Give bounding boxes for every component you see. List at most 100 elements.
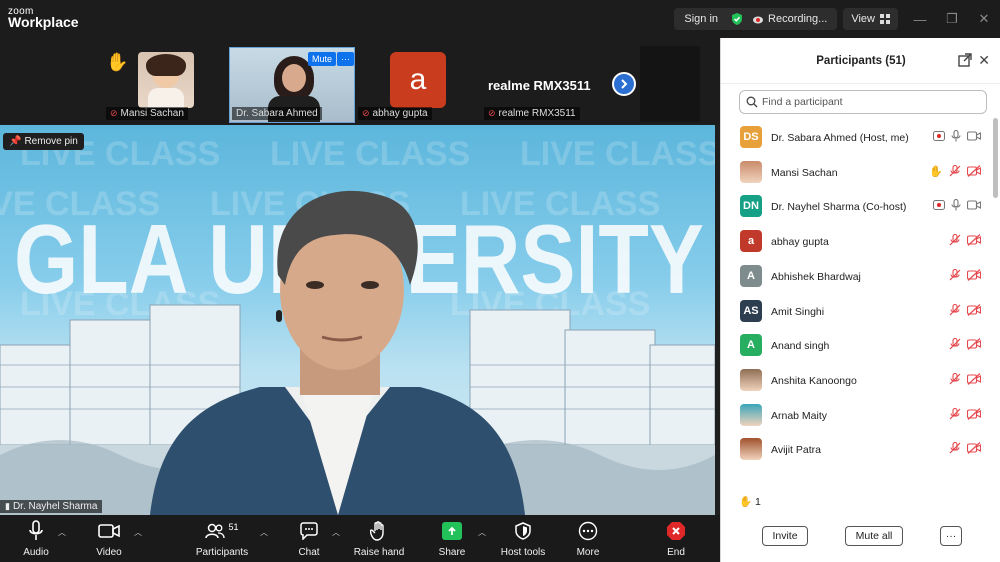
camera-off-icon[interactable] [967, 338, 981, 351]
remove-pin-button[interactable]: 📌 Remove pin [3, 133, 84, 150]
video-gallery-strip: ✋ ⊘ Mansi Sachan Mute ··· Dr. Sabara Ahme… [0, 38, 720, 124]
participant-name: Dr. Nayhel Sharma (Co-host) [771, 201, 907, 214]
participant-row[interactable]: Arnab Maity [721, 399, 991, 433]
participants-options-chevron-icon[interactable]: ︿ [260, 527, 268, 538]
video-tile-mansi[interactable]: ⊘ Mansi Sachan [104, 46, 224, 122]
share-label: Share [438, 547, 466, 558]
mic-off-icon[interactable] [949, 372, 961, 385]
close-window-icon[interactable]: ✕ [968, 11, 1000, 27]
minimize-icon[interactable]: — [904, 12, 936, 27]
avatar: a [740, 230, 762, 253]
mic-on-icon[interactable] [951, 130, 961, 142]
audio-button[interactable]: Audio [1, 519, 71, 558]
video-tile-sabara[interactable]: Mute ··· Dr. Sabara Ahmed [229, 47, 355, 123]
avatar [740, 368, 762, 391]
remove-pin-label: Remove pin [24, 136, 78, 147]
invite-button[interactable]: Invite [762, 526, 808, 546]
scrollbar-thumb[interactable] [993, 118, 998, 198]
tile-name-label: Dr. Sabara Ahmed [236, 108, 318, 119]
video-options-chevron-icon[interactable]: ︿ [134, 527, 142, 538]
logo-bottom: Workplace [8, 14, 79, 30]
raise-hand-button[interactable]: Raise hand [344, 519, 414, 558]
participant-row[interactable]: DN Dr. Nayhel Sharma (Co-host) [721, 190, 991, 224]
view-button[interactable]: View [843, 8, 898, 30]
participant-list: DS Dr. Sabara Ahmed (Host, me) Mansi Sacha… [721, 121, 991, 481]
camera-on-icon[interactable] [967, 200, 981, 210]
avatar: DN [740, 195, 762, 218]
video-tile-abhay[interactable]: a ⊘ abhay gupta [356, 46, 476, 122]
popout-icon[interactable] [958, 53, 972, 67]
participant-row[interactable]: A Anand singh [721, 329, 991, 363]
mute-all-button[interactable]: Mute all [845, 526, 903, 546]
camera-off-icon[interactable] [967, 372, 981, 385]
avatar [740, 160, 762, 183]
participant-row[interactable]: Anshita Kanoongo [721, 364, 991, 398]
camera-off-icon[interactable] [967, 442, 981, 455]
participant-status-icons [949, 372, 981, 385]
avatar: a [390, 52, 446, 108]
camera-off-icon[interactable] [967, 407, 981, 420]
participant-row[interactable]: a abhay gupta [721, 225, 991, 259]
tile-name: ⊘ Mansi Sachan [106, 107, 188, 120]
raised-hand-icon: ✋ [929, 165, 943, 178]
participant-row[interactable]: A Abhishek Bhardwaj [721, 260, 991, 294]
mic-off-icon[interactable] [949, 234, 961, 246]
raised-hand-icon: ✋ [739, 496, 753, 508]
mic-off-icon[interactable] [949, 165, 961, 177]
mic-off-icon[interactable] [949, 442, 961, 454]
participant-row[interactable]: Avijit Patra [721, 433, 991, 467]
svg-text:LIVE CLASS: LIVE CLASS [520, 135, 715, 173]
chat-button[interactable]: Chat [274, 519, 344, 558]
title-bar-controls: Sign in Recording... View — ❐ ✕ [674, 8, 1000, 30]
sign-in-button[interactable]: Sign in Recording... [674, 8, 838, 30]
camera-off-icon[interactable] [967, 165, 981, 178]
recording-label[interactable]: Recording... [768, 13, 827, 25]
panel-more-button[interactable]: ··· [940, 526, 962, 546]
participant-status-icons [949, 234, 981, 247]
mute-overlay-button[interactable]: Mute [308, 52, 337, 66]
shield-check-icon [732, 13, 743, 25]
mic-off-icon[interactable] [949, 338, 961, 350]
participant-status-icons [949, 338, 981, 351]
avatar [740, 438, 762, 461]
next-page-button[interactable] [612, 72, 636, 96]
tile-more-button[interactable]: ··· [337, 52, 354, 66]
participants-panel: Participants (51) ✕ Find a participant D… [720, 38, 1000, 562]
video-button[interactable]: Video [74, 519, 144, 558]
share-options-chevron-icon[interactable]: ︿ [478, 527, 486, 538]
camera-on-icon[interactable] [967, 131, 981, 141]
recording-icon [933, 200, 945, 211]
camera-off-icon[interactable] [967, 234, 981, 247]
more-button[interactable]: More [553, 519, 623, 558]
mic-off-icon[interactable] [949, 407, 961, 420]
search-participant-input[interactable]: Find a participant [739, 90, 987, 114]
host-tools-button[interactable]: Host tools [488, 519, 558, 558]
video-tile-realme[interactable]: realme RMX3511 ⊘ realme RMX3511 [482, 46, 614, 122]
university-backdrop: LIVE CLASS LIVE CLASS LIVE CLASS LIVE CL… [0, 135, 715, 515]
microphone-icon [29, 520, 43, 540]
chat-bubble-icon [300, 522, 318, 540]
participant-row[interactable]: DS Dr. Sabara Ahmed (Host, me) [721, 121, 991, 155]
chat-options-chevron-icon[interactable]: ︿ [332, 527, 340, 538]
camera-off-icon[interactable] [967, 303, 981, 316]
share-button[interactable]: Share [417, 519, 487, 558]
participant-name: Arnab Maity [771, 409, 828, 422]
panel-header: Participants (51) ✕ [721, 38, 1000, 84]
mic-off-icon[interactable] [949, 268, 961, 281]
mic-off-icon: ⊘ [488, 108, 496, 118]
close-panel-icon[interactable]: ✕ [978, 52, 990, 69]
mic-on-icon[interactable] [951, 199, 961, 211]
camera-off-icon[interactable] [967, 268, 981, 281]
participant-row[interactable]: AS Amit Singhi [721, 295, 991, 329]
tile-name-label: Mansi Sachan [120, 108, 184, 119]
participants-button[interactable]: 51 Participants [187, 519, 257, 558]
participant-status-icons [933, 199, 981, 211]
avatar: AS [740, 299, 762, 322]
end-meeting-icon [667, 522, 685, 540]
restore-icon[interactable]: ❐ [936, 11, 968, 27]
participant-row[interactable]: Mansi Sachan ✋ [721, 156, 991, 190]
end-button[interactable]: End [641, 519, 711, 558]
raise-hand-label: Raise hand [353, 547, 405, 558]
mic-off-icon[interactable] [949, 303, 961, 316]
audio-options-chevron-icon[interactable]: ︿ [58, 527, 66, 538]
